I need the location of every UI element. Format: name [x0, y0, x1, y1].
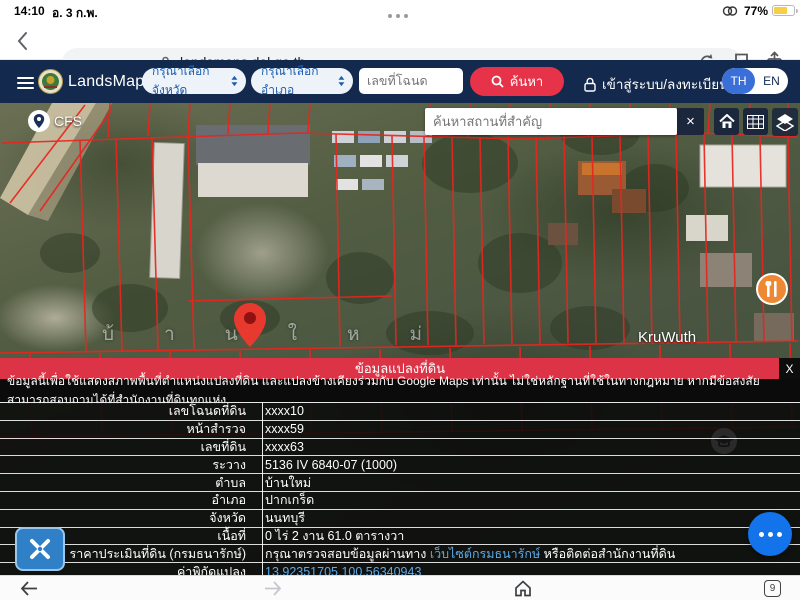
- layers-icon: [776, 113, 794, 131]
- more-dots-icon: [759, 532, 764, 537]
- close-icon: ×: [686, 113, 695, 130]
- province-dropdown[interactable]: กรุณาเลือกจังหวัด: [142, 68, 246, 94]
- place-search-input[interactable]: [425, 108, 677, 135]
- dol-logo: [38, 69, 63, 94]
- table-row: เลขที่ดิน xxxx63: [0, 439, 800, 457]
- nav-home-icon[interactable]: [514, 580, 532, 597]
- menu-icon[interactable]: [17, 74, 34, 92]
- row-value: xxxx10: [254, 404, 800, 418]
- ipad-screen: 14:10 อ. 3 ก.พ. 77% landsmaps.dol.go.th: [0, 0, 800, 600]
- row-value: xxxx59: [254, 422, 800, 436]
- login-link[interactable]: เข้าสู่ระบบ/ลงทะเบียน: [584, 73, 728, 95]
- battery-icon: [772, 5, 795, 16]
- language-toggle: TH EN: [722, 68, 788, 94]
- tab-count-label: 9: [770, 583, 776, 594]
- deed-number-input[interactable]: [359, 68, 463, 94]
- nav-back-icon[interactable]: [20, 581, 38, 596]
- table-row: ตำบล บ้านใหม่: [0, 474, 800, 492]
- contact-fab-button[interactable]: [748, 512, 792, 556]
- disclaimer-bar: ข้อมูลนี้เพื่อใช้แสดงสภาพพื้นที่ตำแหน่งแ…: [0, 379, 800, 402]
- cfs-pin-icon: [27, 109, 51, 133]
- table-row: หน้าสำรวจ xxxx59: [0, 421, 800, 439]
- search-button-label: ค้นหา: [510, 71, 543, 92]
- table-row: เลขโฉนดที่ดิน xxxx10: [0, 403, 800, 421]
- table-row: อำเภอ ปากเกร็ด: [0, 492, 800, 510]
- appraisal-text-prefix: กรุณาตรวจสอบข้อมูลผ่านทาง: [265, 547, 430, 561]
- browser-chrome: landsmaps.dol.go.th: [0, 22, 800, 60]
- row-value: xxxx63: [254, 440, 800, 454]
- table-row: ราคาประเมินที่ดิน (กรมธนารักษ์) กรุณาตรว…: [0, 545, 800, 563]
- table-row: จังหวัด นนทบุรี: [0, 510, 800, 528]
- battery-tip: [796, 9, 798, 13]
- brand-title: LandsMaps: [68, 73, 153, 91]
- date: อ. 3 ก.พ.: [52, 4, 98, 23]
- province-dropdown-label: กรุณาเลือกจังหวัด: [152, 62, 231, 100]
- browser-back-icon[interactable]: [16, 31, 28, 51]
- map-tools-button[interactable]: [15, 527, 65, 571]
- tools-icon: [27, 536, 53, 562]
- table-divider: [262, 402, 263, 575]
- browser-bottom-bar: 9: [0, 575, 800, 600]
- treasury-website-link[interactable]: เว็บไซต์กรมธนารักษ์: [430, 547, 540, 561]
- row-value: 5136 IV 6840-07 (1000): [254, 458, 800, 472]
- search-button[interactable]: ค้นหา: [470, 67, 564, 96]
- parcel-coordinates-link[interactable]: 13.92351705,100.56340943: [254, 565, 800, 575]
- login-label: เข้าสู่ระบบ/ลงทะเบียน: [602, 73, 728, 95]
- area-watermark: บ้านใหม่: [102, 319, 472, 349]
- map-grid-button[interactable]: [743, 108, 768, 135]
- cfs-label: CFS: [54, 113, 82, 129]
- lang-th-button[interactable]: TH: [722, 68, 755, 94]
- table-row: ระวาง 5136 IV 6840-07 (1000): [0, 456, 800, 474]
- row-value: กรุณาตรวจสอบข้อมูลผ่านทาง เว็บไซต์กรมธนา…: [254, 544, 800, 564]
- district-dropdown-label: กรุณาเลือกอำเภอ: [261, 62, 338, 100]
- status-bar: 14:10 อ. 3 ก.พ. 77%: [0, 0, 800, 22]
- map-layers-button[interactable]: [772, 108, 798, 136]
- restaurant-poi-icon: [757, 274, 787, 304]
- nav-forward-icon[interactable]: [264, 581, 282, 596]
- select-arrows-icon: [231, 75, 238, 87]
- home-map-icon: [719, 114, 735, 129]
- parcel-table: เลขโฉนดที่ดิน xxxx10 หน้าสำรวจ xxxx59 เล…: [0, 402, 800, 575]
- lock-icon: [584, 77, 596, 92]
- lang-en-button[interactable]: EN: [755, 68, 788, 94]
- grid-icon: [747, 115, 764, 129]
- search-icon: [491, 75, 504, 88]
- multitask-dots-icon: [386, 7, 410, 21]
- landsmaps-header: LandsMaps กรุณาเลือกจังหวัด กรุณาเลือกอำ…: [0, 60, 800, 103]
- battery-percent: 77%: [744, 4, 768, 18]
- clock: 14:10: [14, 4, 45, 18]
- appraisal-text-suffix: หรือติดต่อสำนักงานที่ดิน: [540, 547, 675, 561]
- select-arrows-icon: [338, 75, 345, 87]
- district-dropdown[interactable]: กรุณาเลือกอำเภอ: [251, 68, 353, 94]
- hotspot-icon: [722, 5, 738, 17]
- map-home-button[interactable]: [714, 108, 739, 135]
- place-watermark: KruWuth: [638, 329, 696, 346]
- clear-search-button[interactable]: ×: [677, 108, 704, 135]
- tab-count-button[interactable]: 9: [764, 580, 781, 597]
- table-row: เนื้อที่ 0 ไร่ 2 งาน 61.0 ตารางวา: [0, 528, 800, 546]
- table-row: ค่าพิกัดแปลง 13.92351705,100.56340943: [0, 563, 800, 575]
